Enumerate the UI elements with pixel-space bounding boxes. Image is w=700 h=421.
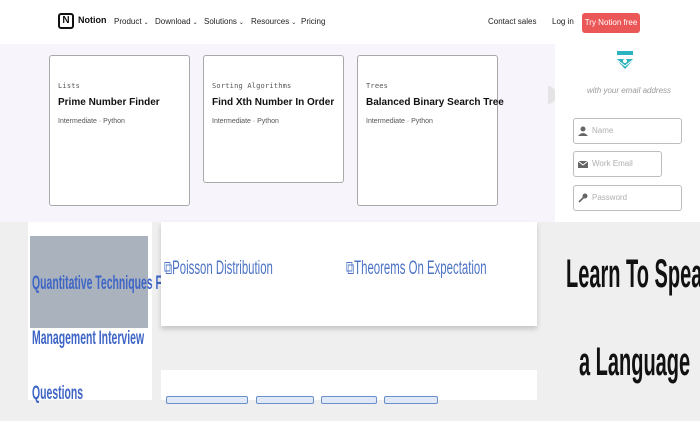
menu-solutions[interactable]: Solutions ⌄	[204, 17, 244, 26]
chevron-down-icon: ⌄	[192, 20, 198, 26]
card-category: Trees	[366, 82, 389, 90]
tab-button[interactable]	[166, 396, 248, 404]
brand-name[interactable]: Notion	[78, 15, 107, 25]
project-card-prime[interactable]: Lists Prime Number Finder Intermediate ·…	[49, 55, 190, 206]
chevron-down-icon: ⌄	[291, 20, 297, 26]
menu-pricing[interactable]: Pricing	[301, 17, 325, 26]
email-sent-icon	[615, 51, 635, 69]
project-card-bst[interactable]: Trees Balanced Binary Search Tree Interm…	[357, 55, 504, 206]
tab-button[interactable]	[321, 396, 377, 404]
name-field[interactable]: Name	[573, 118, 682, 144]
card-title: Find Xth Number In Order	[212, 97, 335, 108]
work-email-field[interactable]: Work Email	[573, 151, 662, 177]
signup-hint: with your email address	[587, 86, 672, 95]
try-notion-free-button[interactable]: Try Notion free	[582, 13, 640, 33]
project-card-xth-number[interactable]: Sorting Algorithms Find Xth Number In Or…	[203, 55, 344, 183]
card-category: Sorting Algorithms	[212, 82, 292, 90]
menu-product[interactable]: Product ⌄	[114, 17, 149, 26]
tab-button[interactable]	[256, 396, 314, 404]
chevron-down-icon: ⌄	[143, 20, 149, 26]
contact-sales-link[interactable]: Contact sales	[488, 17, 536, 26]
card-meta: Intermediate · Python	[212, 118, 279, 125]
login-link[interactable]: Log in	[552, 17, 574, 26]
card-meta: Intermediate · Python	[58, 118, 125, 125]
menu-download[interactable]: Download ⌄	[155, 17, 198, 26]
envelope-icon	[578, 160, 588, 168]
user-icon	[578, 126, 588, 136]
poisson-distribution-link[interactable]: ⧉Poisson Distribution	[164, 258, 273, 280]
card-category: Lists	[58, 82, 81, 90]
menu-resources[interactable]: Resources ⌄	[251, 17, 296, 26]
password-field[interactable]: Password	[573, 185, 682, 211]
notion-logo-icon[interactable]: N	[58, 13, 74, 29]
key-icon	[578, 193, 588, 203]
card-meta: Intermediate · Python	[366, 118, 433, 125]
advertisement[interactable]: Learn To Speak a Language	[566, 230, 700, 406]
article-heading[interactable]: Quantitative Techniques For Management I…	[32, 256, 172, 421]
card-title: Balanced Binary Search Tree	[366, 97, 504, 108]
chevron-down-icon: ⌄	[238, 20, 244, 26]
card-title: Prime Number Finder	[58, 97, 160, 108]
tab-button[interactable]	[384, 396, 438, 404]
theorems-on-expectation-link[interactable]: ⧉Theorems On Expectation	[346, 258, 487, 280]
